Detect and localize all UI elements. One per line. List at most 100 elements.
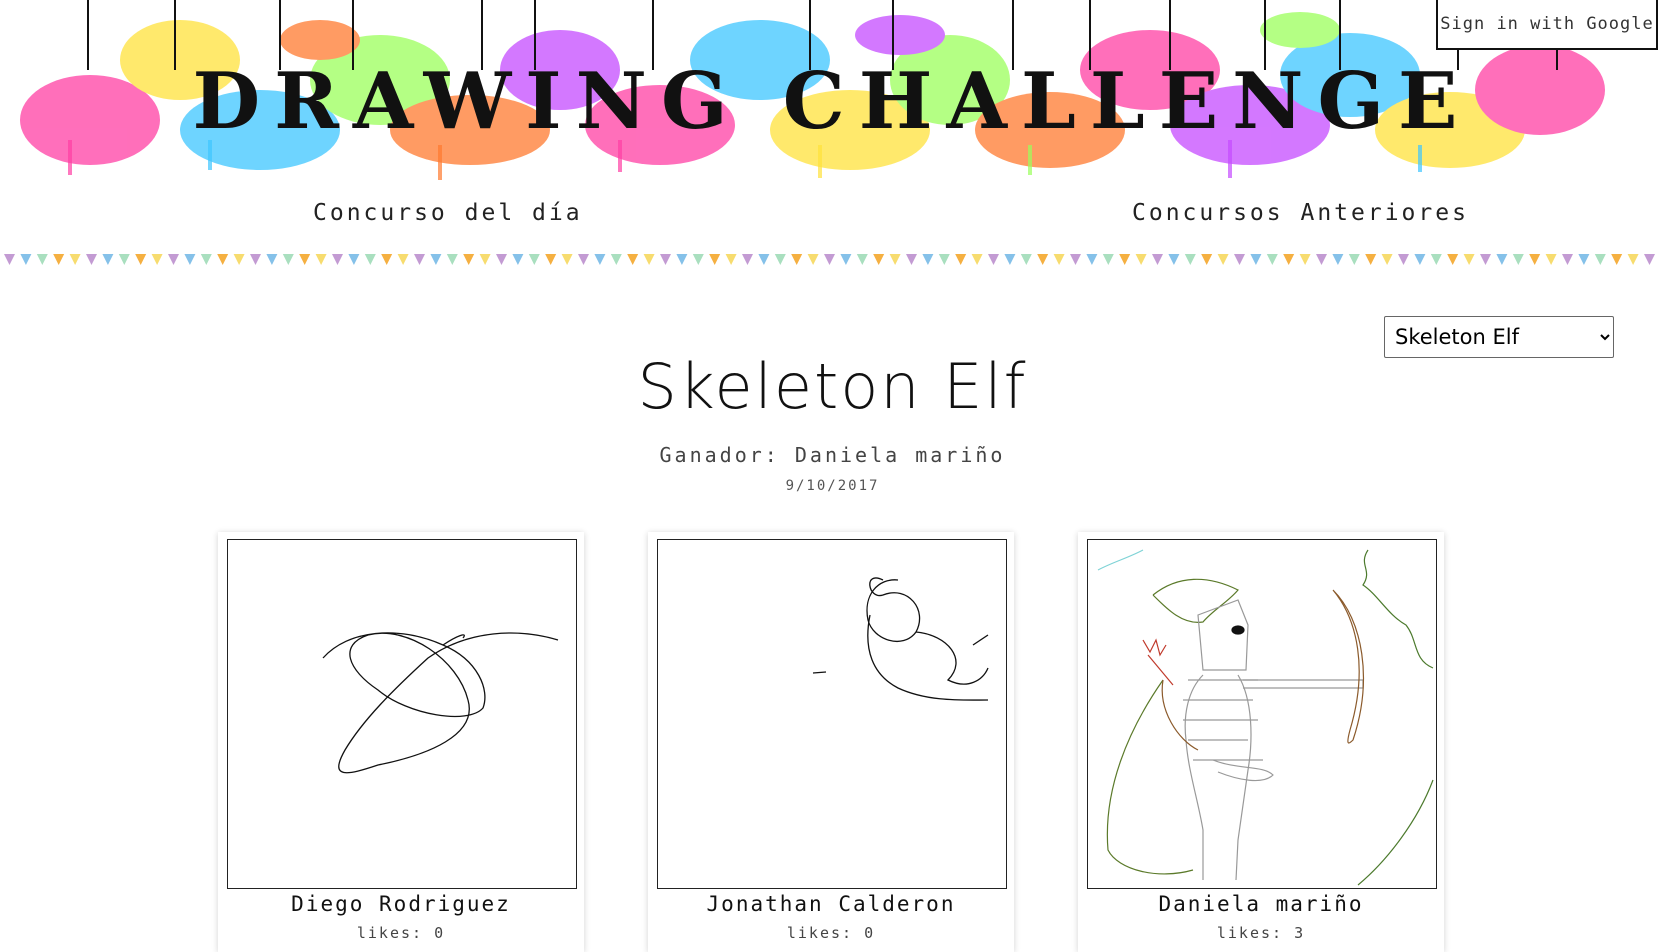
bunting-flag <box>118 254 130 265</box>
bunting-flag <box>971 254 983 265</box>
bunting-flag <box>496 254 507 265</box>
drawing-card: Jonathan Calderon likes: 0 <box>648 532 1014 952</box>
drawing-likes: likes: 0 <box>786 924 876 942</box>
drawing-image[interactable] <box>227 539 577 889</box>
drawing-card: Diego Rodriguez likes: 0 <box>218 532 584 952</box>
drawing-likes: likes: 3 <box>1216 924 1306 942</box>
bunting-flag <box>217 254 229 265</box>
bunting-flag <box>4 254 15 265</box>
bunting-flag <box>282 254 294 265</box>
bunting-flag <box>315 254 327 265</box>
bunting-flag <box>1217 254 1229 265</box>
bunting-flag <box>955 254 967 265</box>
bunting-flag <box>627 254 639 265</box>
bunting-flag <box>578 254 589 265</box>
drawing-author: Diego Rodriguez <box>291 892 511 916</box>
bunting-flag <box>1168 254 1180 265</box>
bunting-flag <box>988 254 999 265</box>
bunting-flag <box>1430 254 1442 265</box>
bunting-flag <box>1086 254 1098 265</box>
bunting-flag <box>1020 254 1032 265</box>
bunting-flag <box>660 254 671 265</box>
contest-title: Skeleton Elf <box>637 350 1028 423</box>
bunting-flag <box>1152 254 1163 265</box>
bunting-flag <box>692 254 704 265</box>
nav-item-concurso-del-dia[interactable]: Concurso del día <box>313 200 583 226</box>
bunting-flag <box>512 254 524 265</box>
drawing-card: Daniela mariño likes: 3 <box>1078 532 1444 952</box>
bunting-flag <box>1053 254 1065 265</box>
bunting-flag <box>381 254 393 265</box>
bunting-flag <box>332 254 343 265</box>
bunting-flag <box>1250 254 1262 265</box>
bunting-flag <box>479 254 491 265</box>
bunting-flag <box>299 254 311 265</box>
nav-item-concursos-anteriores[interactable]: Concursos Anteriores <box>1132 200 1469 226</box>
bunting-flag <box>1463 254 1475 265</box>
bunting-flag <box>528 254 540 265</box>
bunting-flag <box>824 254 835 265</box>
bunting-divider <box>4 254 1655 265</box>
bunting-flag <box>1283 254 1295 265</box>
bunting-flag <box>889 254 901 265</box>
bunting-flag <box>676 254 688 265</box>
bunting-flag <box>1578 254 1590 265</box>
bunting-flag <box>233 254 245 265</box>
bunting-flag <box>758 254 770 265</box>
bunting-flag <box>922 254 934 265</box>
bunting-flag <box>643 254 655 265</box>
sign-in-google-button[interactable]: Sign in with Google <box>1436 0 1658 50</box>
bunting-flag <box>1299 254 1311 265</box>
bunting-flag <box>1414 254 1426 265</box>
bunting-flag <box>1266 254 1278 265</box>
bunting-flag <box>250 254 261 265</box>
bunting-flag <box>791 254 803 265</box>
drawing-likes: likes: 0 <box>356 924 446 942</box>
bunting-flag <box>709 254 721 265</box>
bunting-flag <box>1398 254 1409 265</box>
bunting-flag <box>1348 254 1360 265</box>
bunting-flag <box>1627 254 1639 265</box>
bunting-flag <box>840 254 852 265</box>
bunting-flag <box>1512 254 1524 265</box>
bunting-flag <box>1201 254 1213 265</box>
bunting-flag <box>1562 254 1573 265</box>
bunting-flag <box>873 254 885 265</box>
bunting-flag <box>86 254 97 265</box>
contest-date: 9/10/2017 <box>785 478 880 494</box>
bunting-flag <box>1184 254 1196 265</box>
drawing-image[interactable] <box>657 539 1007 889</box>
bunting-flag <box>856 254 868 265</box>
bunting-flag <box>200 254 212 265</box>
bunting-flag <box>53 254 65 265</box>
bunting-flag <box>1234 254 1245 265</box>
bunting-flag <box>1316 254 1327 265</box>
bunting-flag <box>184 254 196 265</box>
bunting-flag <box>20 254 32 265</box>
bunting-flag <box>1611 254 1623 265</box>
drawing-author: Jonathan Calderon <box>706 892 956 916</box>
bunting-flag <box>414 254 425 265</box>
bunting-flag <box>102 254 114 265</box>
bunting-flag <box>348 254 360 265</box>
bunting-flag <box>807 254 819 265</box>
contest-winner: Ganador: Daniela mariño <box>659 443 1006 467</box>
bunting-flag <box>36 254 48 265</box>
drawing-image[interactable] <box>1087 539 1437 889</box>
bunting-flag <box>266 254 278 265</box>
bunting-flag <box>725 254 737 265</box>
bunting-flag <box>610 254 622 265</box>
bunting-flag <box>397 254 409 265</box>
bunting-flag <box>151 254 163 265</box>
bunting-flag <box>1594 254 1606 265</box>
bunting-flag <box>1480 254 1491 265</box>
bunting-flag <box>1644 254 1655 265</box>
bunting-flag <box>69 254 81 265</box>
bunting-flag <box>742 254 753 265</box>
bunting-flag <box>906 254 917 265</box>
bunting-flag <box>364 254 376 265</box>
bunting-flag <box>1381 254 1393 265</box>
bunting-flag <box>446 254 458 265</box>
bunting-flag <box>1070 254 1081 265</box>
bunting-flag <box>430 254 442 265</box>
